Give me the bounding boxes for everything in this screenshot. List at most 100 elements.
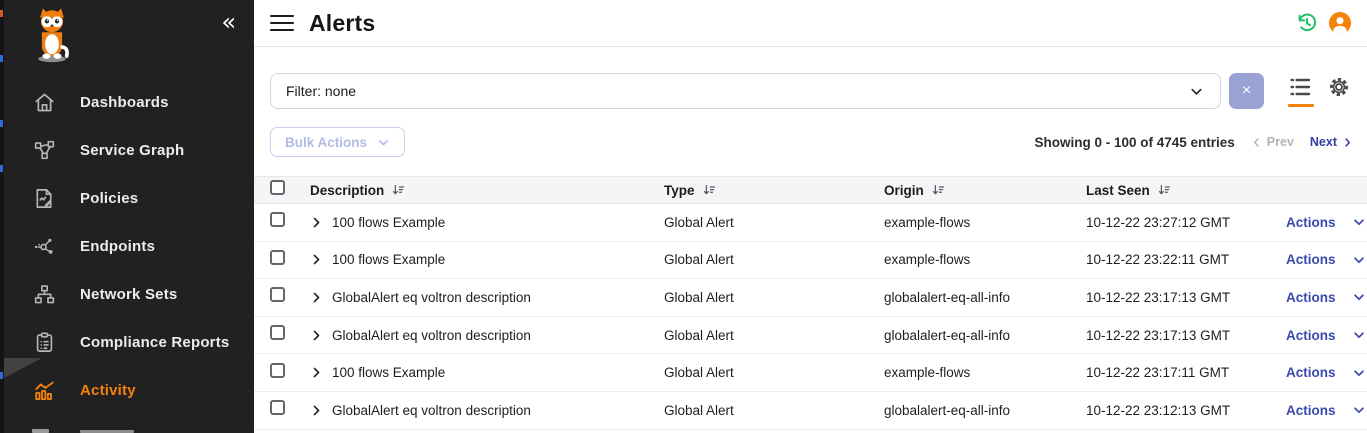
close-icon: × [1242,82,1251,99]
row-actions-menu[interactable]: Actions [1286,290,1367,305]
prev-page-link[interactable]: Prev [1251,135,1294,149]
row-description: 100 flows Example [332,252,664,267]
edge-tick [0,55,3,62]
row-origin: example-flows [884,215,1086,230]
actions-label: Actions [1286,365,1336,380]
sidebar-item-endpoints[interactable]: Endpoints [4,222,254,270]
sidebar-item-label: Network Sets [80,286,177,303]
row-expand-control[interactable] [310,329,332,342]
edge-tick [0,165,3,172]
page-title: Alerts [309,10,375,37]
row-actions-menu[interactable]: Actions [1286,365,1367,380]
history-icon[interactable] [1295,11,1319,35]
hamburger-menu-icon[interactable] [270,11,294,36]
next-page-link[interactable]: Next [1310,135,1353,149]
bulk-actions-label: Bulk Actions [285,135,367,150]
table-row: GlobalAlert eq voltron description Globa… [254,317,1367,355]
sidebar-item-service-graph[interactable]: Service Graph [4,126,254,174]
activity-icon [32,378,56,402]
row-actions-menu[interactable]: Actions [1286,403,1367,418]
sidebar-item-label: Activity [80,382,136,399]
column-header-origin[interactable]: Origin [884,183,1086,198]
row-origin: example-flows [884,252,1086,267]
settings-gear-icon[interactable] [1327,75,1351,99]
row-expand-control[interactable] [310,291,332,304]
column-header-type[interactable]: Type [664,183,884,198]
row-expand-control[interactable] [310,253,332,266]
chevron-down-icon [1352,290,1366,304]
row-expand-control[interactable] [310,404,332,417]
row-checkbox[interactable] [270,325,285,340]
sidebar-item-label: Endpoints [80,238,155,255]
policies-icon [32,186,56,210]
actions-label: Actions [1286,328,1336,343]
row-last-seen: 10-12-22 23:17:13 GMT [1086,328,1286,343]
row-checkbox[interactable] [270,400,285,415]
sidebar-item-label: Service Graph [80,142,184,159]
sidebar-collapse-button[interactable]: « [221,10,236,34]
active-view-underline [1288,104,1314,107]
row-type: Global Alert [664,328,884,343]
row-origin: globalalert-eq-all-info [884,290,1086,305]
filter-dropdown[interactable]: Filter: none [270,73,1221,109]
chevron-down-icon [1352,253,1366,267]
row-expand-control[interactable] [310,216,332,229]
next-label: Next [1310,135,1337,149]
table-header-row: Description Type Origin Last Seen [254,176,1367,204]
service-graph-icon [32,138,56,162]
list-view-toggle[interactable] [1288,75,1314,107]
sort-icon [1157,183,1171,197]
table-toolbar: Bulk Actions Showing 0 - 100 of 4745 ent… [254,120,1367,176]
sidebar-item-label: Dashboards [80,94,169,111]
actions-label: Actions [1286,215,1336,230]
sidebar-item-policies[interactable]: Policies [4,174,254,222]
row-checkbox[interactable] [270,287,285,302]
row-last-seen: 10-12-22 23:12:13 GMT [1086,403,1286,418]
select-all-checkbox[interactable] [270,180,285,195]
list-view-icon [1288,75,1314,99]
clear-filter-button[interactable]: × [1229,73,1264,109]
column-header-description[interactable]: Description [310,183,664,198]
row-description: GlobalAlert eq voltron description [332,403,664,418]
row-checkbox[interactable] [270,250,285,265]
sidebar-item-activity[interactable]: Activity [4,366,254,414]
edge-tick [0,372,3,379]
row-last-seen: 10-12-22 23:17:13 GMT [1086,290,1286,305]
row-description: 100 flows Example [332,365,664,380]
endpoints-icon [32,234,56,258]
row-checkbox[interactable] [270,363,285,378]
row-actions-menu[interactable]: Actions [1286,252,1367,267]
row-origin: globalalert-eq-all-info [884,403,1086,418]
row-type: Global Alert [664,290,884,305]
user-avatar-icon[interactable] [1328,11,1352,35]
column-header-last-seen[interactable]: Last Seen [1086,183,1286,198]
row-actions-menu[interactable]: Actions [1286,215,1367,230]
row-actions-menu[interactable]: Actions [1286,328,1367,343]
table-row: 100 flows Example Global Alert example-f… [254,242,1367,280]
sidebar-item-network-sets[interactable]: Network Sets [4,270,254,318]
chevron-right-icon [310,253,323,266]
bulk-actions-button[interactable]: Bulk Actions [270,127,405,157]
table-row: 100 flows Example Global Alert example-f… [254,204,1367,242]
home-icon [32,90,56,114]
chevron-right-icon [310,404,323,417]
sort-icon [391,183,405,197]
sidebar-item-compliance-reports[interactable]: Compliance Reports [4,318,254,366]
row-description: GlobalAlert eq voltron description [332,328,664,343]
row-last-seen: 10-12-22 23:22:11 GMT [1086,252,1286,267]
header-icons [1295,11,1367,35]
app-window: « Dashboards Service Graph [0,0,1367,433]
sidebar: « Dashboards Service Graph [4,0,254,433]
row-type: Global Alert [664,252,884,267]
page-header: Alerts [254,0,1367,47]
chevron-right-icon [310,291,323,304]
row-last-seen: 10-12-22 23:17:11 GMT [1086,365,1286,380]
row-checkbox[interactable] [270,212,285,227]
table-row: 100 flows Example Global Alert example-f… [254,354,1367,392]
row-expand-control[interactable] [310,366,332,379]
main-content: Alerts [254,0,1367,433]
sidebar-item-dashboards[interactable]: Dashboards [4,78,254,126]
chevron-right-icon [310,366,323,379]
table-row: GlobalAlert eq voltron description Globa… [254,279,1367,317]
filter-row: Filter: none × [254,47,1367,120]
